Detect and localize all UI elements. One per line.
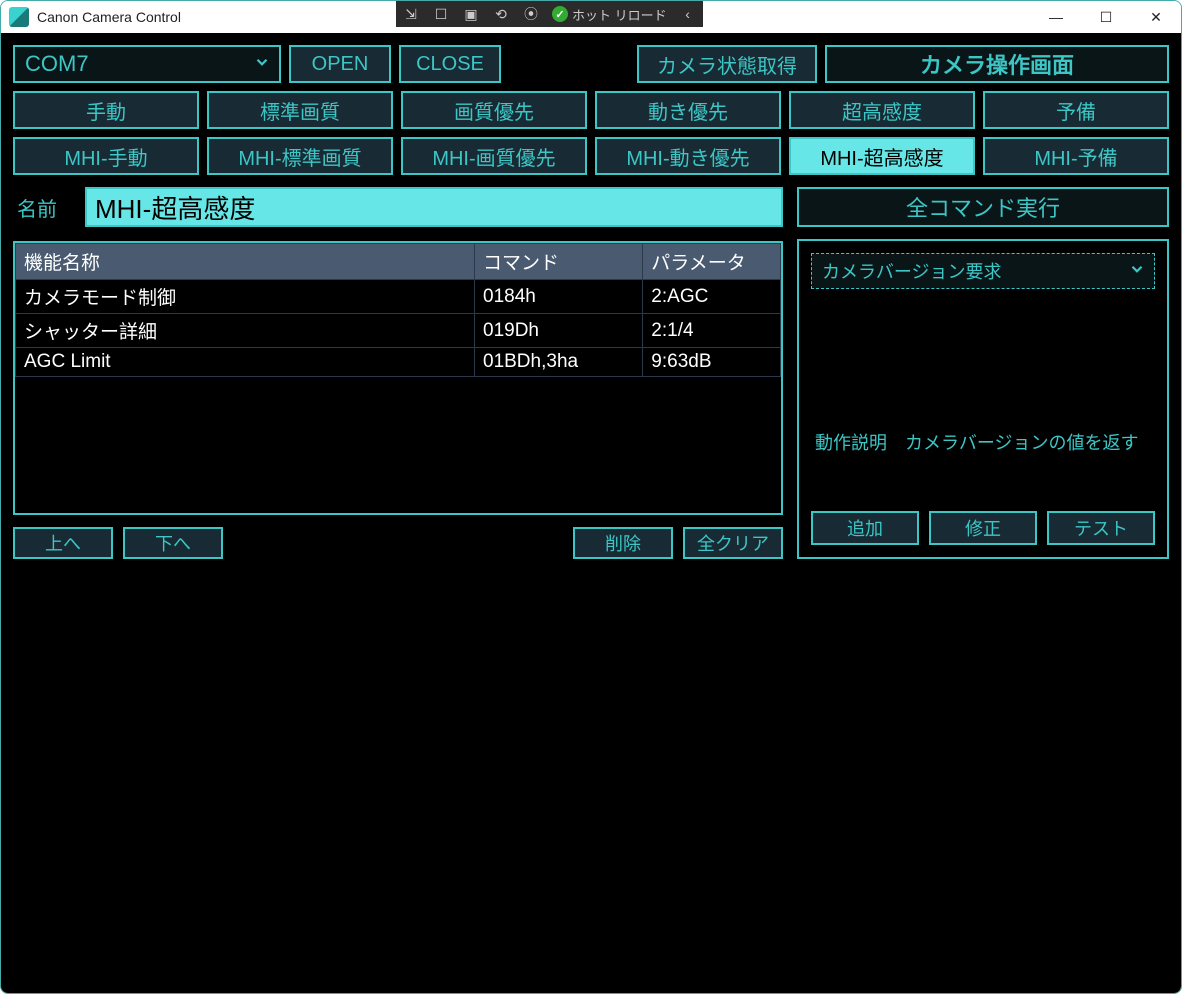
chevron-down-icon [253,51,271,77]
chevron-down-icon [1128,260,1146,283]
table-cell: 2:1/4 [643,314,781,348]
col-header-param[interactable]: パラメータ [643,244,781,280]
description-text: カメラバージョンの値を返す [905,429,1138,455]
close-button-port[interactable]: CLOSE [399,45,501,83]
clear-all-button[interactable]: 全クリア [683,527,783,559]
delete-button[interactable]: 削除 [573,527,673,559]
name-input[interactable]: MHI-超高感度 [85,187,783,227]
open-button[interactable]: OPEN [289,45,391,83]
com-port-value: COM7 [25,51,89,77]
table-row[interactable]: シャッター詳細019Dh2:1/4 [16,314,781,348]
name-label: 名前 [13,193,73,222]
app-icon [9,7,29,27]
edit-button[interactable]: 修正 [929,511,1037,545]
description-label: 動作説明 [815,429,887,455]
command-select-value: カメラバージョン要求 [822,258,1001,284]
preset-button[interactable]: 超高感度 [789,91,975,129]
close-button[interactable]: ✕ [1131,1,1181,33]
preset-button[interactable]: MHI-標準画質 [207,137,393,175]
col-header-cmd[interactable]: コマンド [475,244,643,280]
name-input-value: MHI-超高感度 [95,189,255,226]
check-icon: ✓ [552,6,568,22]
hot-reload-button[interactable]: ✓ ホット リロード [552,5,667,24]
add-button[interactable]: 追加 [811,511,919,545]
window-title: Canon Camera Control [37,9,181,25]
preset-button[interactable]: 手動 [13,91,199,129]
vs-tool-icon[interactable]: ⇲ [402,5,420,23]
table-cell: カメラモード制御 [16,280,475,314]
table-cell: 01BDh,3ha [475,348,643,377]
minimize-button[interactable]: — [1031,1,1081,33]
table-cell: 019Dh [475,314,643,348]
table-row[interactable]: カメラモード制御0184h2:AGC [16,280,781,314]
get-camera-status-button[interactable]: カメラ状態取得 [637,45,817,83]
preset-button[interactable]: MHI-動き優先 [595,137,781,175]
table-cell: 9:63dB [643,348,781,377]
hot-reload-label: ホット リロード [572,5,667,24]
preset-button[interactable]: 予備 [983,91,1169,129]
preset-button[interactable]: MHI-予備 [983,137,1169,175]
preset-button[interactable]: 動き優先 [595,91,781,129]
table-cell: 0184h [475,280,643,314]
vs-tool-icon[interactable]: ⟲ [492,5,510,23]
table-cell: AGC Limit [16,348,475,377]
move-up-button[interactable]: 上へ [13,527,113,559]
command-select[interactable]: カメラバージョン要求 [811,253,1155,289]
move-down-button[interactable]: 下へ [123,527,223,559]
preset-button[interactable]: MHI-手動 [13,137,199,175]
table-row[interactable]: AGC Limit01BDh,3ha9:63dB [16,348,781,377]
camera-screen-button[interactable]: カメラ操作画面 [825,45,1169,83]
com-port-select[interactable]: COM7 [13,45,281,83]
run-all-button[interactable]: 全コマンド実行 [797,187,1169,227]
test-button[interactable]: テスト [1047,511,1155,545]
maximize-button[interactable]: ☐ [1081,1,1131,33]
vs-tool-icon[interactable]: ⦿ [522,5,540,23]
preset-button[interactable]: 画質優先 [401,91,587,129]
titlebar: Canon Camera Control ⇲ ☐ ▣ ⟲ ⦿ ✓ ホット リロー… [1,1,1181,33]
preset-button[interactable]: 標準画質 [207,91,393,129]
preset-button[interactable]: MHI-画質優先 [401,137,587,175]
command-table[interactable]: 機能名称 コマンド パラメータ カメラモード制御0184h2:AGCシャッター詳… [13,241,783,515]
vs-tool-icon[interactable]: ☐ [432,5,450,23]
chevron-left-icon[interactable]: ‹ [679,5,697,23]
table-cell: 2:AGC [643,280,781,314]
preset-button[interactable]: MHI-超高感度 [789,137,975,175]
vs-tool-icon[interactable]: ▣ [462,5,480,23]
command-edit-panel: カメラバージョン要求 動作説明 カメラバージョンの値を返す 追加 修正 テスト [797,239,1169,559]
col-header-name[interactable]: 機能名称 [16,244,475,280]
vs-debug-toolbar: ⇲ ☐ ▣ ⟲ ⦿ ✓ ホット リロード ‹ [396,1,703,27]
table-cell: シャッター詳細 [16,314,475,348]
